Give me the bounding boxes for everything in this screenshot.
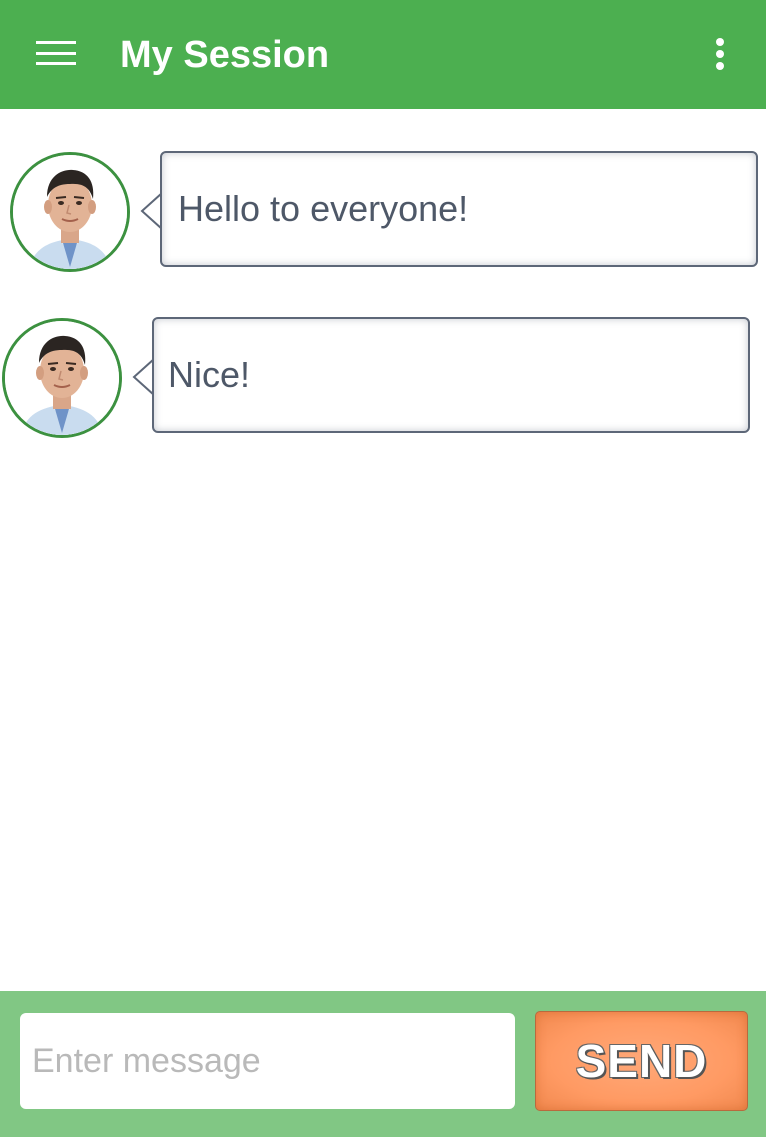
message-text: Nice! — [168, 354, 251, 395]
user-avatar-icon — [5, 321, 119, 435]
send-button-label: SEND — [575, 1035, 708, 1087]
menu-button[interactable] — [20, 24, 92, 82]
chat-message: Hello to everyone! — [0, 150, 766, 272]
avatar[interactable] — [10, 152, 130, 272]
message-text: Hello to everyone! — [178, 188, 469, 229]
message-bubble: Hello to everyone! — [160, 151, 758, 267]
user-avatar-icon — [13, 155, 127, 269]
message-composer: SEND — [0, 991, 766, 1137]
send-button[interactable]: SEND — [535, 1011, 748, 1111]
avatar[interactable] — [2, 318, 122, 438]
chat-message: Nice! — [0, 316, 766, 438]
message-bubble: Nice! — [152, 317, 750, 433]
bubble-tail — [140, 192, 162, 230]
message-input[interactable] — [20, 1013, 515, 1109]
overflow-menu-button[interactable] — [696, 28, 744, 80]
page-title: My Session — [120, 34, 330, 76]
more-vertical-icon — [716, 38, 724, 70]
hamburger-menu-icon — [36, 41, 76, 65]
app-bar: My Session — [0, 0, 766, 109]
bubble-tail — [132, 358, 154, 396]
